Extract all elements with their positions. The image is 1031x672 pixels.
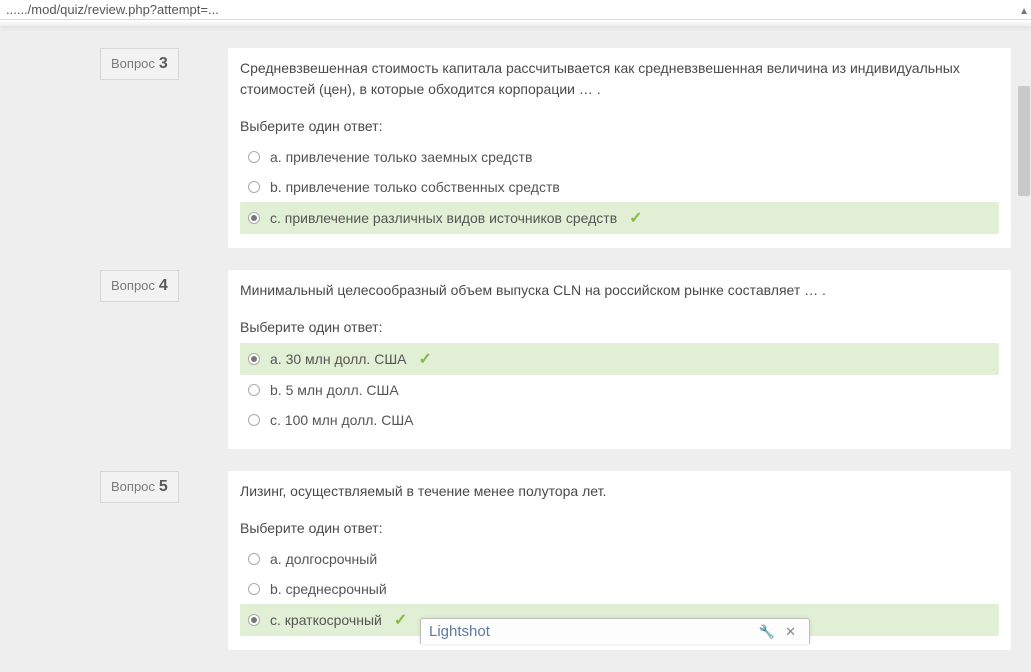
answer-option[interactable]: b. 5 млн долл. США: [240, 375, 999, 405]
question-text: Лизинг, осуществляемый в течение менее п…: [240, 471, 999, 506]
question-label: Вопрос 3: [100, 48, 179, 80]
question-label-word: Вопрос: [111, 479, 155, 494]
radio-icon[interactable]: [248, 414, 260, 426]
choose-one-prompt: Выберите один ответ:: [240, 506, 999, 544]
answer-option[interactable]: c. привлечение различных видов источнико…: [240, 202, 999, 234]
answer-text: b. среднесрочный: [270, 581, 387, 597]
question-block: Вопрос 4 Минимальный целесообразный объем …: [100, 270, 1011, 449]
question-text: Минимальный целесообразный объем выпуска…: [240, 270, 999, 305]
question-label-word: Вопрос: [111, 278, 155, 293]
answer-option[interactable]: c. 100 млн долл. США: [240, 405, 999, 435]
answer-text: c. 100 млн долл. США: [270, 412, 414, 428]
question-text: Средневзвешенная стоимость капитала расс…: [240, 48, 999, 104]
scrollbar-thumb[interactable]: [1018, 86, 1030, 196]
question-label: Вопрос 4: [100, 270, 179, 302]
radio-icon[interactable]: [248, 181, 260, 193]
wrench-icon[interactable]: 🔧: [754, 624, 780, 640]
answer-text: c. привлечение различных видов источнико…: [270, 210, 617, 226]
question-body: Средневзвешенная стоимость капитала расс…: [228, 48, 1011, 248]
answer-option[interactable]: b. привлечение только собственных средст…: [240, 172, 999, 202]
answer-text: a. привлечение только заемных средств: [270, 149, 532, 165]
answer-text: a. 30 млн долл. США: [270, 351, 407, 367]
answer-text: b. привлечение только собственных средст…: [270, 179, 560, 195]
answer-option[interactable]: b. среднесрочный: [240, 574, 999, 604]
radio-icon[interactable]: [248, 614, 260, 626]
question-block: Вопрос 3 Средневзвешенная стоимость капита…: [100, 48, 1011, 248]
question-label: Вопрос 5: [100, 471, 179, 503]
question-number: 5: [159, 478, 168, 496]
choose-one-prompt: Выберите один ответ:: [240, 104, 999, 142]
url-fragment: ....../mod/quiz/review.php?attempt=...: [0, 0, 1031, 20]
radio-icon[interactable]: [248, 583, 260, 595]
answer-text: b. 5 млн долл. США: [270, 382, 399, 398]
scroll-up-icon[interactable]: ▲: [1019, 6, 1029, 17]
answer-option[interactable]: a. долгосрочный: [240, 544, 999, 574]
check-icon: ✓: [629, 208, 642, 228]
close-icon[interactable]: ✕: [780, 624, 801, 640]
radio-icon[interactable]: [248, 353, 260, 365]
answer-text: c. краткосрочный: [270, 612, 382, 628]
toolbar-shadow: [0, 20, 1031, 26]
check-icon: ✓: [419, 349, 432, 369]
popup-title: Lightshot: [429, 623, 754, 640]
question-number: 3: [159, 55, 168, 73]
radio-icon[interactable]: [248, 553, 260, 565]
radio-icon[interactable]: [248, 151, 260, 163]
lightshot-popup: Lightshot 🔧 ✕: [420, 618, 810, 644]
answer-option[interactable]: a. 30 млн долл. США ✓: [240, 343, 999, 375]
question-label-word: Вопрос: [111, 56, 155, 71]
question-number: 4: [159, 277, 168, 295]
question-body: Минимальный целесообразный объем выпуска…: [228, 270, 1011, 449]
choose-one-prompt: Выберите один ответ:: [240, 305, 999, 343]
check-icon: ✓: [394, 610, 407, 630]
radio-icon[interactable]: [248, 212, 260, 224]
answer-text: a. долгосрочный: [270, 551, 377, 567]
answer-option[interactable]: a. привлечение только заемных средств: [240, 142, 999, 172]
radio-icon[interactable]: [248, 384, 260, 396]
